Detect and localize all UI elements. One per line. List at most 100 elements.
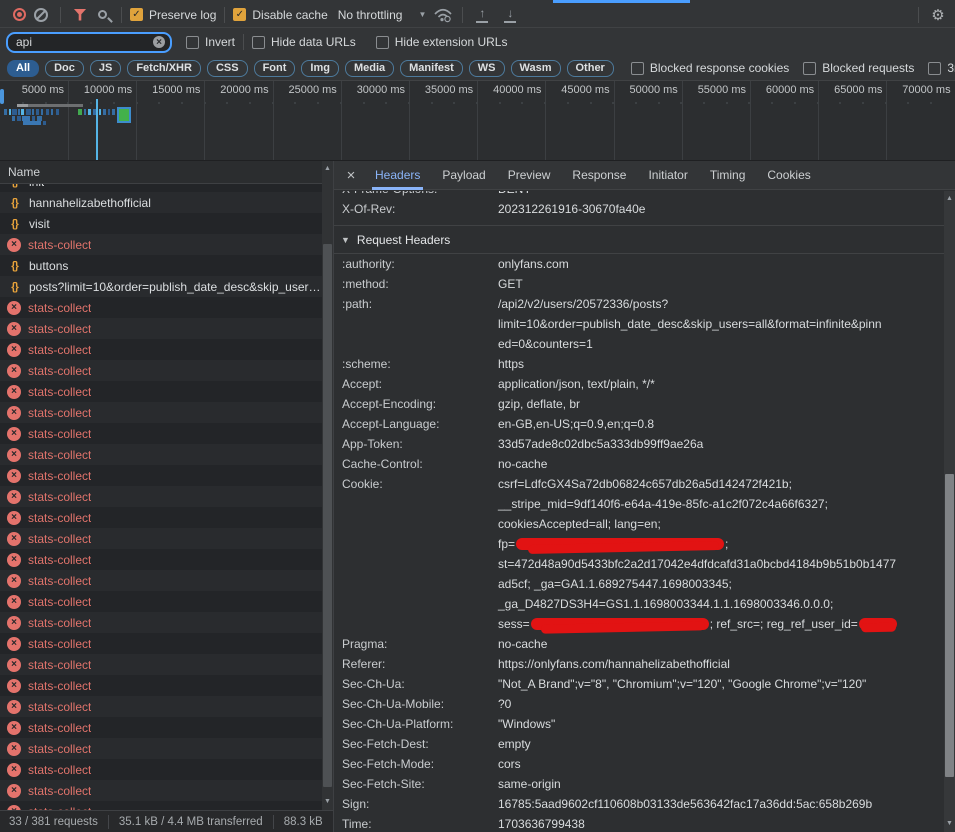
request-row[interactable]: {} visit <box>0 213 333 234</box>
invert-checkbox[interactable]: Invert <box>186 35 235 49</box>
chip-manifest[interactable]: Manifest <box>400 60 463 77</box>
export-har-button[interactable]: ↓ <box>499 4 521 26</box>
redaction-scribble <box>516 538 724 550</box>
request-row[interactable]: × stats-collect <box>0 402 333 423</box>
chip-fetch-xhr[interactable]: Fetch/XHR <box>127 60 201 77</box>
chip-media[interactable]: Media <box>345 60 394 77</box>
tab-timing[interactable]: Timing <box>699 161 757 190</box>
request-row[interactable]: {} init <box>0 184 333 192</box>
resources-size: 88.3 kB <box>284 816 323 828</box>
filter-input[interactable]: api × <box>6 32 172 53</box>
scroll-down-icon[interactable]: ▼ <box>322 796 333 808</box>
request-name: buttons <box>29 259 68 273</box>
request-row[interactable]: × stats-collect <box>0 633 333 654</box>
throttling-dropdown[interactable]: No throttling ▼ <box>338 8 427 22</box>
timeline-overview[interactable]: 5000 ms10000 ms15000 ms20000 ms25000 ms3… <box>0 81 955 161</box>
timeline-minor-tick <box>612 102 614 104</box>
filter-icon <box>74 9 87 21</box>
request-name: stats-collect <box>28 343 91 357</box>
chip-other[interactable]: Other <box>567 60 614 77</box>
chip-ws[interactable]: WS <box>469 60 505 77</box>
chip-css[interactable]: CSS <box>207 60 248 77</box>
chip-wasm[interactable]: Wasm <box>511 60 561 77</box>
request-row[interactable]: × stats-collect <box>0 570 333 591</box>
search-button[interactable] <box>91 4 113 26</box>
header-value: en-GB,en-US;q=0.9,en;q=0.8 <box>498 414 944 434</box>
request-headers-section[interactable]: ▼ Request Headers <box>334 225 944 254</box>
chip-all[interactable]: All <box>7 60 39 77</box>
devtools-network-panel: ✓ Preserve log ✓ Disable cache No thrott… <box>0 0 955 832</box>
header-row: Time: 1703636799438 <box>334 814 944 832</box>
request-row[interactable]: × stats-collect <box>0 549 333 570</box>
hide-extension-urls-checkbox[interactable]: Hide extension URLs <box>376 35 508 49</box>
request-row[interactable]: × stats-collect <box>0 360 333 381</box>
tab-initiator[interactable]: Initiator <box>637 161 698 190</box>
filter-button[interactable] <box>69 4 91 26</box>
scrollbar-thumb[interactable] <box>323 244 332 787</box>
network-conditions-button[interactable] <box>432 4 454 26</box>
json-icon: {} <box>7 216 22 231</box>
waterfall-bar <box>12 116 15 121</box>
requests-scrollbar[interactable]: ▲ ▼ <box>322 161 333 810</box>
request-row[interactable]: × stats-collect <box>0 465 333 486</box>
request-row[interactable]: {} posts?limit=10&order=publish_date_des… <box>0 276 333 297</box>
request-row[interactable]: × stats-collect <box>0 297 333 318</box>
request-row[interactable]: × stats-collect <box>0 612 333 633</box>
import-har-button[interactable]: ↑ <box>471 4 493 26</box>
details-scrollbar[interactable]: ▲ ▼ <box>944 191 955 832</box>
scrollbar-thumb[interactable] <box>945 474 954 777</box>
settings-button[interactable]: ⚙ <box>927 4 949 26</box>
request-row[interactable]: × stats-collect <box>0 234 333 255</box>
request-row[interactable]: × stats-collect <box>0 507 333 528</box>
request-row[interactable]: × stats-collect <box>0 381 333 402</box>
tab-cookies[interactable]: Cookies <box>756 161 821 190</box>
tab-preview[interactable]: Preview <box>497 161 562 190</box>
timeline-tick-label: 25000 ms <box>275 84 337 96</box>
scroll-up-icon[interactable]: ▲ <box>944 193 955 205</box>
blocked-response-cookies-checkbox[interactable]: Blocked response cookies <box>631 61 789 75</box>
request-row[interactable]: × stats-collect <box>0 780 333 801</box>
clear-filter-icon[interactable]: × <box>153 36 165 48</box>
header-value-text: same-origin <box>498 777 561 791</box>
3rd-party-requests-checkbox[interactable]: 3rd-party requests <box>928 61 955 75</box>
scroll-up-icon[interactable]: ▲ <box>322 163 333 175</box>
preserve-log-checkbox[interactable]: ✓ Preserve log <box>130 8 216 22</box>
error-icon: × <box>7 469 21 483</box>
blocked-requests-checkbox[interactable]: Blocked requests <box>803 61 914 75</box>
clear-button[interactable] <box>30 4 52 26</box>
header-value-line: fp=; <box>498 534 944 554</box>
request-row[interactable]: {} buttons <box>0 255 333 276</box>
chip-doc[interactable]: Doc <box>45 60 84 77</box>
chip-js[interactable]: JS <box>90 60 121 77</box>
name-column-header[interactable]: Name <box>0 161 333 184</box>
request-row[interactable]: × stats-collect <box>0 738 333 759</box>
header-value: same-origin <box>498 774 944 794</box>
disable-cache-checkbox[interactable]: ✓ Disable cache <box>233 8 327 22</box>
request-row[interactable]: × stats-collect <box>0 717 333 738</box>
request-row[interactable]: × stats-collect <box>0 444 333 465</box>
tab-response[interactable]: Response <box>561 161 637 190</box>
request-row[interactable]: × stats-collect <box>0 654 333 675</box>
hide-data-urls-checkbox[interactable]: Hide data URLs <box>252 35 356 49</box>
request-row[interactable]: × stats-collect <box>0 675 333 696</box>
record-button[interactable] <box>8 4 30 26</box>
request-row[interactable]: × stats-collect <box>0 423 333 444</box>
request-row[interactable]: × stats-collect <box>0 318 333 339</box>
header-value-text: sess= <box>498 617 530 631</box>
request-row[interactable]: × stats-collect <box>0 591 333 612</box>
header-value-text: ; <box>725 537 728 551</box>
request-row[interactable]: × stats-collect <box>0 528 333 549</box>
chip-img[interactable]: Img <box>301 60 339 77</box>
tab-payload[interactable]: Payload <box>431 161 496 190</box>
waterfall-bar <box>43 121 46 125</box>
close-details-icon[interactable]: × <box>338 167 364 184</box>
request-row[interactable]: {} hannahelizabethofficial <box>0 192 333 213</box>
request-row[interactable]: × stats-collect <box>0 696 333 717</box>
request-row[interactable]: × stats-collect <box>0 339 333 360</box>
request-row[interactable]: × stats-collect <box>0 759 333 780</box>
chip-font[interactable]: Font <box>254 60 296 77</box>
request-row[interactable]: × stats-collect <box>0 486 333 507</box>
request-row[interactable]: × stats-collect <box>0 801 333 810</box>
tab-headers[interactable]: Headers <box>364 161 431 190</box>
scroll-down-icon[interactable]: ▼ <box>944 818 955 830</box>
